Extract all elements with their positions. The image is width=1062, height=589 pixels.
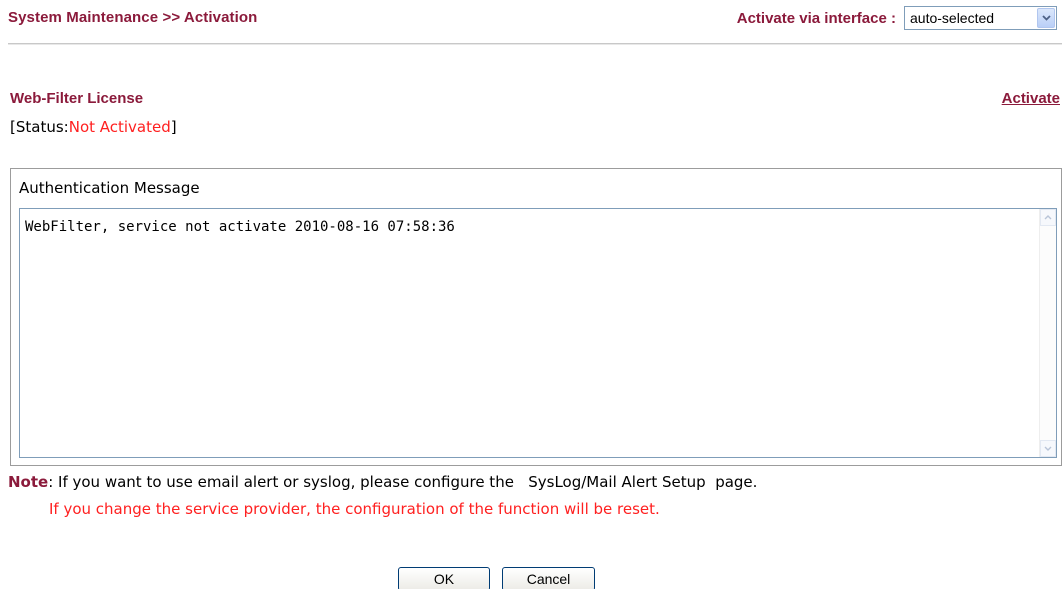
note-warning: If you change the service provider, the …	[49, 500, 660, 518]
authentication-panel: Authentication Message WebFilter, servic…	[10, 168, 1062, 466]
interface-select-value: auto-selected	[910, 10, 995, 26]
vertical-scrollbar[interactable]	[1039, 209, 1056, 457]
authentication-message-textarea[interactable]: WebFilter, service not activate 2010-08-…	[19, 208, 1057, 458]
license-title: Web-Filter License	[10, 90, 144, 107]
note-text: : If you want to use email alert or sysl…	[48, 473, 758, 491]
chevron-down-icon[interactable]	[1037, 8, 1055, 28]
activate-via-interface-label: Activate via interface :	[736, 9, 896, 27]
header-divider	[8, 43, 1062, 45]
status-value: Not Activated	[68, 118, 171, 136]
arrow-up-icon[interactable]	[1040, 209, 1056, 226]
interface-select[interactable]: auto-selected	[904, 6, 1057, 30]
note-line: Note: If you want to use email alert or …	[8, 473, 757, 491]
authentication-message-label: Authentication Message	[19, 179, 200, 197]
status-suffix: ]	[170, 118, 177, 136]
status-prefix: [Status:	[10, 118, 69, 136]
license-status: [Status:Not Activated]	[10, 118, 177, 136]
cancel-button[interactable]: Cancel	[502, 567, 595, 589]
interface-selector-group: Activate via interface : auto-selected	[737, 5, 1057, 31]
note-label: Note	[8, 473, 49, 491]
authentication-message-text: WebFilter, service not activate 2010-08-…	[25, 219, 455, 235]
activate-link[interactable]: Activate	[1002, 90, 1060, 107]
page-title: System Maintenance >> Activation	[8, 9, 258, 26]
ok-button[interactable]: OK	[398, 567, 490, 589]
arrow-down-icon[interactable]	[1040, 440, 1056, 457]
